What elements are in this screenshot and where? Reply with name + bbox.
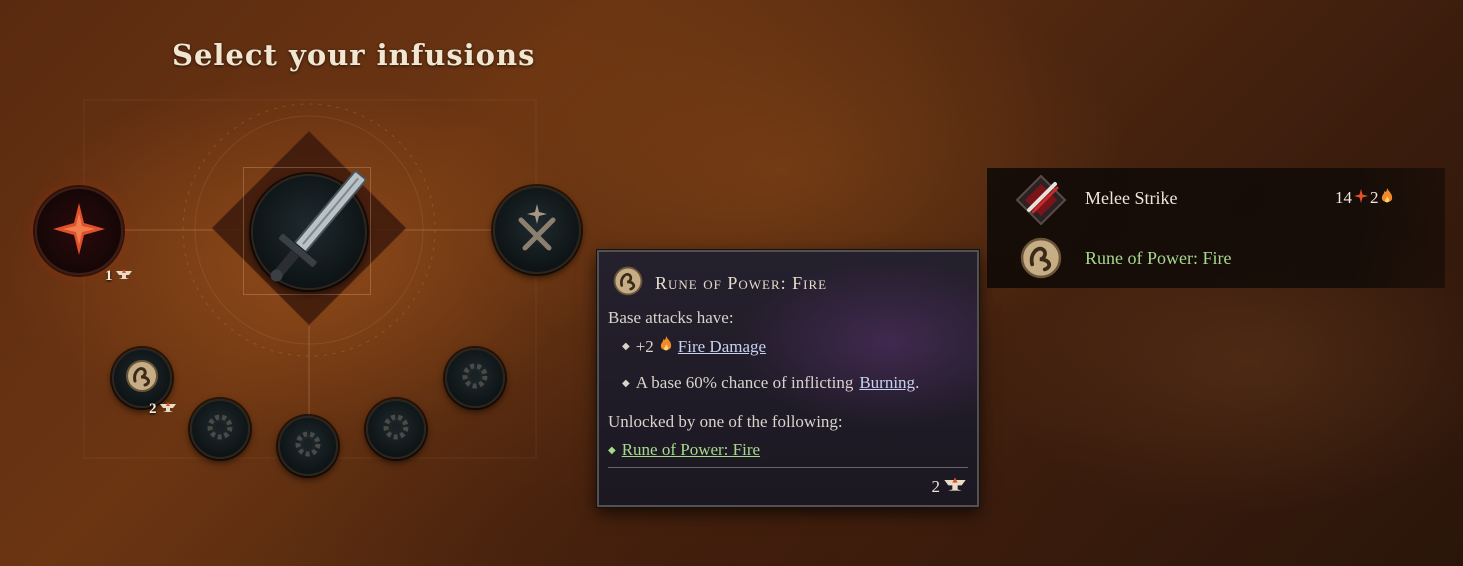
red-burst-icon [51,201,107,262]
bullet-diamond-icon: ◆ [622,341,630,352]
fire-icon [1381,187,1393,209]
skill-node-melee-strike[interactable] [251,170,367,290]
tooltip-cost: 2 [932,476,968,497]
anvil-icon [159,401,177,418]
locked-node-3[interactable] [366,399,426,459]
rune-fire-icon [611,264,645,303]
tooltip-intro: Base attacks have: [608,308,734,327]
melee-strike-icon [1015,174,1067,231]
burning-link[interactable]: Burning [859,373,915,392]
selected-infusions-panel: Melee Strike 14 2 Rune of Power: Fire [987,168,1445,288]
panel-row-melee-strike[interactable]: Melee Strike 14 2 [987,168,1445,228]
infusion-node-rune-fire[interactable] [112,348,172,408]
crossed-swords-icon [509,200,565,261]
tooltip-unlock-item: ◆ Rune of Power: Fire [608,440,760,460]
physical-damage-icon [1354,188,1368,208]
infusion-tree: 1 2 [0,0,600,566]
bullet-diamond-icon: ◆ [608,444,616,456]
rune-fire-icon [123,357,161,400]
tooltip-bullet-fire-damage: ◆ +2 Fire Damage [622,336,767,357]
tooltip-unlock-label: Unlocked by one of the following: [608,412,843,431]
panel-melee-strike-label: Melee Strike [1085,187,1178,208]
locked-node-4[interactable] [445,348,505,408]
cog-icon [205,412,235,447]
infusion-node-crossed-swords[interactable] [493,186,581,274]
fire-damage-link[interactable]: Fire Damage [678,337,766,357]
panel-melee-strike-stats: 14 2 [1335,187,1393,209]
cog-icon [293,429,323,464]
panel-rune-fire-label: Rune of Power: Fire [1085,247,1232,268]
infusion-tooltip: Rune of Power: Fire Base attacks have: ◆… [597,250,979,507]
anvil-icon [115,268,133,285]
tooltip-bullet-burning: ◆ A base 60% chance of inflicting Burnin… [622,373,920,392]
tooltip-divider [608,467,968,468]
infusion-node-red-burst[interactable] [35,187,123,275]
tooltip-header: Rune of Power: Fire [611,264,827,303]
anvil-icon [943,476,967,497]
locked-node-2[interactable] [278,416,338,476]
rune-node-cost: 2 [149,401,177,418]
tooltip-title: Rune of Power: Fire [655,273,828,293]
panel-row-rune-fire[interactable]: Rune of Power: Fire [987,228,1445,288]
left-node-cost: 1 [105,268,133,285]
locked-node-1[interactable] [190,399,250,459]
sword-icon [224,160,394,305]
bullet-diamond-icon: ◆ [622,377,630,389]
fire-icon [660,336,672,357]
cog-icon [460,361,490,396]
unlock-rune-link[interactable]: Rune of Power: Fire [622,440,760,460]
cog-icon [381,412,411,447]
rune-fire-icon [1017,234,1065,287]
